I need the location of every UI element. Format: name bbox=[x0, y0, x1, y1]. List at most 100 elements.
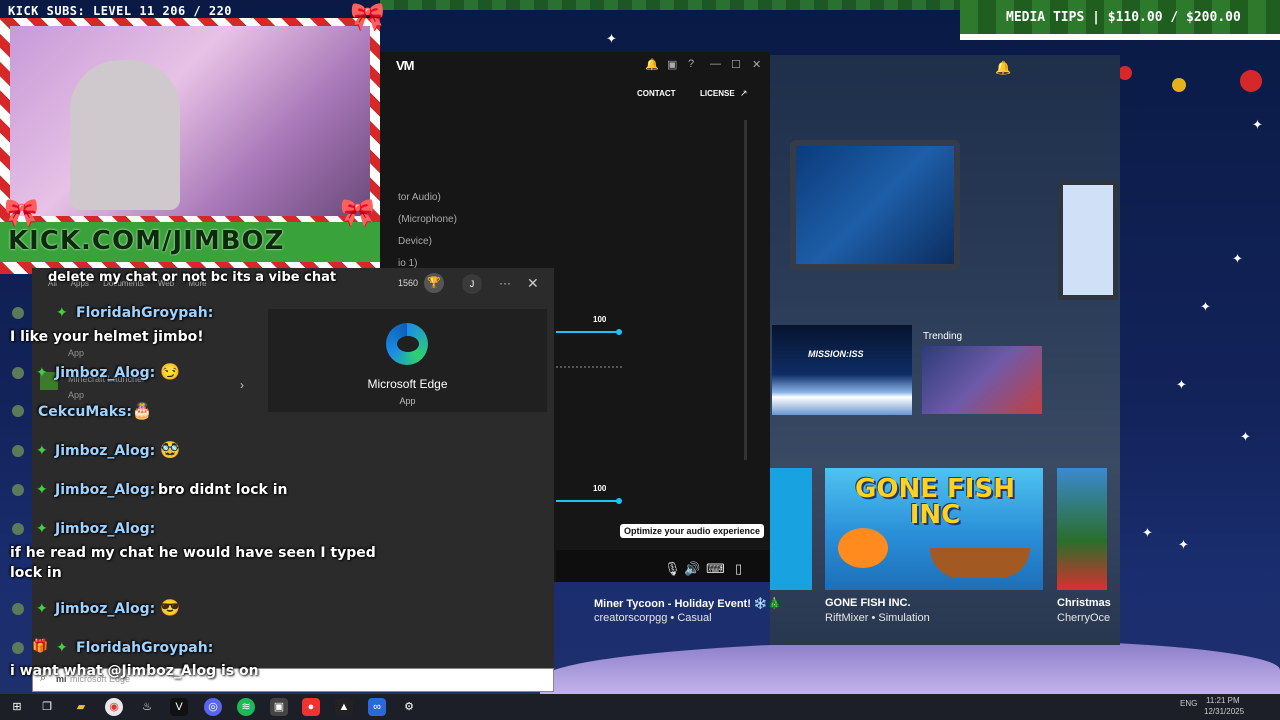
side-monitor bbox=[1058, 180, 1118, 300]
close-icon[interactable]: ✕ bbox=[752, 58, 761, 71]
slider-value: 100 bbox=[593, 315, 607, 324]
mobile-icon[interactable]: ▯ bbox=[735, 561, 742, 577]
star: ✦ bbox=[1176, 377, 1187, 392]
emote-icon: 🎂 bbox=[132, 403, 152, 420]
chat-message-text: delete my chat or not bc its a vibe chat bbox=[48, 270, 337, 285]
slider-value: 100 bbox=[593, 484, 607, 493]
app-icon[interactable]: ∞ bbox=[368, 698, 386, 716]
chat-username: FloridahGroypah: bbox=[76, 640, 214, 656]
game-card-title[interactable]: Christmas bbox=[1057, 597, 1111, 609]
windows-start-icon[interactable]: ⊞ bbox=[8, 698, 26, 716]
bow-icon: 🎀 bbox=[4, 197, 39, 228]
chat-badge bbox=[12, 484, 24, 496]
chat-message-text: if he read my chat he would have seen I … bbox=[10, 545, 376, 561]
maximize-icon[interactable]: ☐ bbox=[731, 58, 741, 71]
avatar[interactable]: J bbox=[462, 274, 482, 294]
settings-gear-icon[interactable]: ⚙ bbox=[400, 698, 418, 716]
game-card-title[interactable]: Miner Tycoon - Holiday Event! ❄️🎄 bbox=[594, 597, 781, 610]
contact-link[interactable]: CONTACT bbox=[637, 89, 676, 98]
star: ✦ bbox=[606, 31, 617, 46]
star: ✦ bbox=[1200, 299, 1211, 314]
soundboard-icon[interactable]: ⌨ bbox=[706, 561, 725, 577]
app-icon[interactable]: ▣ bbox=[270, 698, 288, 716]
volume-slider[interactable] bbox=[556, 500, 620, 502]
mission-iss-label: MISSION:ISS bbox=[808, 349, 864, 359]
device-label: tor Audio) bbox=[398, 192, 441, 203]
ornament bbox=[1172, 78, 1186, 92]
device-label: Device) bbox=[398, 236, 432, 247]
mission-iss-thumbnail[interactable]: MISSION:ISS bbox=[772, 325, 912, 415]
help-icon[interactable]: ? bbox=[688, 58, 694, 70]
clock-date[interactable]: 12/31/2025 bbox=[1204, 707, 1244, 716]
edge-icon-inner bbox=[397, 336, 419, 352]
volume-slider[interactable] bbox=[556, 331, 620, 333]
divider bbox=[556, 366, 622, 368]
chevron-right-icon[interactable]: › bbox=[240, 378, 244, 392]
chat-username: Jimboz_Alog: bbox=[55, 482, 156, 498]
trending-thumbnail[interactable] bbox=[922, 346, 1042, 414]
minimize-icon[interactable]: — bbox=[710, 58, 721, 70]
rewards-count: 1560 bbox=[398, 278, 419, 288]
miner-tycoon-thumbnail[interactable] bbox=[770, 468, 812, 590]
license-link[interactable]: LICENSE bbox=[700, 89, 735, 98]
gem-icon: ✦ bbox=[36, 600, 48, 616]
obs-icon[interactable]: ● bbox=[302, 698, 320, 716]
task-view-icon[interactable]: ❐ bbox=[38, 698, 56, 716]
scrollbar[interactable] bbox=[744, 120, 747, 460]
close-icon[interactable]: ✕ bbox=[527, 275, 539, 292]
media-tips-banner: MEDIA TIPS | $110.00 / $200.00 bbox=[1006, 10, 1241, 25]
gem-icon: ✦ bbox=[36, 481, 48, 497]
clock-time[interactable]: 11:21 PM bbox=[1206, 696, 1240, 705]
gem-icon: ✦ bbox=[56, 304, 68, 320]
trophy-icon[interactable]: 🏆 bbox=[424, 273, 444, 293]
gone-fish-title-art: GONE FISH INC bbox=[855, 474, 1015, 530]
steam-icon[interactable]: ♨ bbox=[138, 698, 156, 716]
microphone-icon[interactable]: 🎙 bbox=[664, 561, 681, 577]
taskbar bbox=[0, 694, 1280, 720]
chat-username: Jimboz_Alog: bbox=[55, 443, 156, 459]
chat-badge bbox=[12, 367, 24, 379]
message-icon[interactable]: ▣ bbox=[667, 58, 677, 71]
language-indicator[interactable]: ENG bbox=[1180, 699, 1197, 708]
chrome-icon[interactable]: ◉ bbox=[105, 698, 123, 716]
star: ✦ bbox=[1142, 525, 1153, 540]
gem-icon: ✦ bbox=[36, 442, 48, 458]
gem-icon: ✦ bbox=[36, 364, 48, 380]
streamer-silhouette bbox=[70, 60, 180, 210]
gift-icon: 🎁 bbox=[32, 638, 49, 653]
fish-art bbox=[838, 528, 888, 568]
chat-badge bbox=[12, 307, 24, 319]
bell-icon[interactable]: 🔔 bbox=[645, 58, 659, 71]
spotify-icon[interactable]: ≋ bbox=[237, 698, 255, 716]
best-match-name: Microsoft Edge bbox=[367, 377, 448, 391]
gem-icon: ✦ bbox=[36, 520, 48, 536]
boat-art bbox=[930, 548, 1030, 578]
list-item[interactable]: App bbox=[68, 390, 84, 400]
file-explorer-icon[interactable]: ▰ bbox=[72, 698, 90, 716]
chat-badge bbox=[12, 642, 24, 654]
chat-badge bbox=[12, 405, 24, 417]
star: ✦ bbox=[1178, 537, 1189, 552]
chat-username: Jimboz_Alog: bbox=[55, 521, 156, 537]
chat-message-text: I like your helmet jimbo! bbox=[10, 329, 204, 345]
app-icon[interactable]: ▲ bbox=[335, 698, 353, 716]
more-options-icon[interactable]: ··· bbox=[499, 276, 511, 290]
speaker-icon[interactable]: 🔊 bbox=[684, 561, 700, 577]
voicemod-icon[interactable]: V bbox=[170, 698, 188, 716]
discord-icon[interactable]: ◎ bbox=[204, 698, 222, 716]
device-label: (Microphone) bbox=[398, 214, 457, 225]
game-card-sub: CherryOce bbox=[1057, 612, 1111, 624]
game-card-title[interactable]: GONE FISH INC. bbox=[825, 597, 911, 609]
notification-bell-icon[interactable]: 🔔 bbox=[995, 60, 1011, 76]
chat-badge bbox=[12, 603, 24, 615]
slider-knob[interactable] bbox=[616, 329, 622, 335]
christmas-thumbnail[interactable] bbox=[1057, 468, 1107, 590]
slider-knob[interactable] bbox=[616, 498, 622, 504]
list-item[interactable]: App bbox=[68, 348, 84, 358]
emote-icon: 😏 bbox=[160, 364, 180, 381]
chat-username: CekcuMaks: bbox=[38, 404, 132, 420]
tooltip: Optimize your audio experience bbox=[620, 524, 765, 538]
chat-message-text: lock in bbox=[10, 565, 62, 581]
game-card-sub: RiftMixer • Simulation bbox=[825, 612, 930, 624]
chat-username: Jimboz_Alog: bbox=[55, 365, 156, 381]
